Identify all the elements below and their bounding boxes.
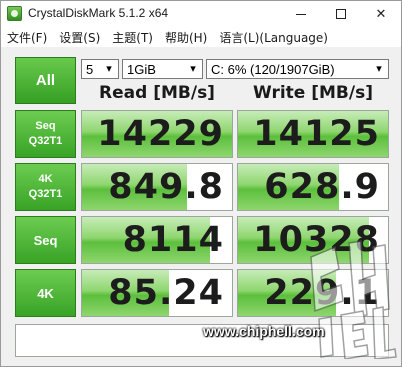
close-icon: ✕: [375, 6, 387, 22]
app-window: CrystalDiskMark 5.1.2 x64 ✕ 文件(F) 设置(S) …: [0, 0, 402, 367]
row-label: 4K: [37, 285, 54, 301]
drive-select[interactable]: C: 6% (120/1907GiB) ▾: [206, 59, 389, 79]
maximize-icon: [336, 9, 346, 19]
menu-bar: 文件(F) 设置(S) 主题(T) 帮助(H) 语言(L)(Language): [1, 27, 401, 47]
read-column-header: Read [MB/s]: [99, 83, 215, 103]
test-count-value: 5: [86, 61, 94, 77]
chevron-down-icon: ▾: [376, 63, 382, 75]
menu-help[interactable]: 帮助(H): [159, 29, 213, 46]
window-title: CrystalDiskMark 5.1.2 x64: [28, 6, 169, 20]
test-count-select[interactable]: 5 ▾: [81, 59, 119, 79]
seq-read-result: 8114: [81, 216, 233, 264]
minimize-button[interactable]: [281, 1, 321, 27]
4k-q32t1-read-result: 849.8: [81, 163, 233, 211]
4k-q32t1-write-result: 628.9: [237, 163, 389, 211]
close-button[interactable]: ✕: [361, 1, 401, 27]
watermark-url: www.chiphell.com: [203, 323, 325, 339]
4k-button[interactable]: 4K: [15, 269, 76, 317]
row-sublabel: Q32T1: [28, 188, 63, 200]
row-label: Seq: [33, 232, 58, 248]
chevron-down-icon: ▾: [106, 63, 112, 75]
result-value: 628.9: [264, 167, 380, 207]
seq-button[interactable]: Seq: [15, 216, 76, 264]
4k-q32t1-button[interactable]: 4K Q32T1: [15, 163, 76, 211]
test-size-select[interactable]: 1GiB ▾: [122, 59, 203, 79]
row-label: 4K: [38, 173, 53, 185]
menu-file[interactable]: 文件(F): [1, 29, 53, 46]
result-value: 849.8: [108, 167, 224, 207]
maximize-button[interactable]: [321, 1, 361, 27]
result-value: 14125: [253, 114, 380, 154]
menu-language[interactable]: 语言(L)(Language): [213, 29, 334, 46]
result-value: 14229: [97, 114, 224, 154]
title-bar: CrystalDiskMark 5.1.2 x64 ✕: [1, 1, 401, 27]
run-all-button[interactable]: All: [15, 57, 76, 104]
seq-q32t1-button[interactable]: Seq Q32T1: [15, 110, 76, 158]
chiphell-watermark-logo: [310, 240, 397, 359]
result-value: 8114: [122, 220, 224, 260]
seq-q32t1-read-result: 14229: [81, 110, 233, 158]
4k-read-result: 85.24: [81, 269, 233, 317]
write-column-header: Write [MB/s]: [253, 83, 373, 103]
result-value: 85.24: [108, 273, 224, 313]
row-label: Seq: [35, 120, 56, 132]
minimize-icon: [296, 13, 306, 15]
row-sublabel: Q32T1: [28, 135, 63, 147]
menu-theme[interactable]: 主题(T): [106, 29, 159, 46]
menu-settings[interactable]: 设置(S): [53, 29, 106, 46]
seq-q32t1-write-result: 14125: [237, 110, 389, 158]
drive-value: C: 6% (120/1907GiB): [211, 61, 335, 77]
test-size-value: 1GiB: [127, 61, 156, 77]
chevron-down-icon: ▾: [190, 63, 196, 75]
crystaldiskmark-icon: [7, 6, 22, 21]
